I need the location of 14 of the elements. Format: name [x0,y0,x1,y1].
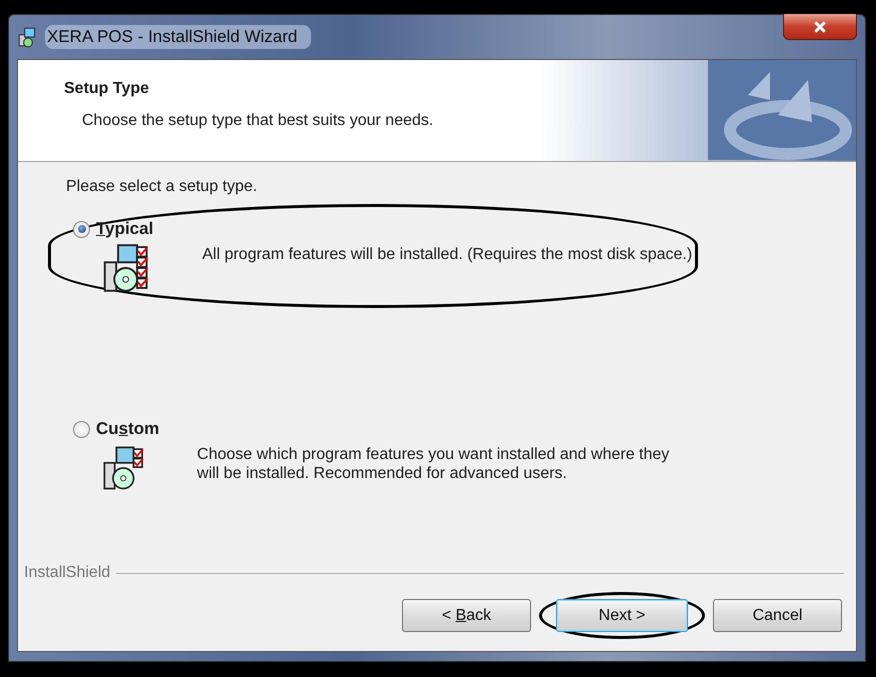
page-title: Setup Type [64,80,150,98]
wizard-button[interactable]: Cancel [713,599,842,632]
option-description: Choose which program features you want installed and where they will be installed. Recommended for advanced users. [197,445,670,484]
wizard-button[interactable]: Next > [556,599,688,632]
setup-type-radio[interactable]: Typical [73,219,154,239]
close-icon [813,20,827,34]
option-description: All program features will be installed. (Requires the most disk space.) [202,245,694,264]
close-button[interactable] [783,14,857,40]
prompt-text: Please select a setup type. [66,178,258,196]
page-subtitle: Choose the setup type that best suits your needs. [82,112,434,130]
footer-label: InstallShield [24,564,110,582]
wizard-button[interactable]: < Back [402,599,531,632]
setup-type-radio[interactable]: Custom [73,419,160,439]
window-title: XERA POS - InstallShield Wizard [45,25,312,49]
